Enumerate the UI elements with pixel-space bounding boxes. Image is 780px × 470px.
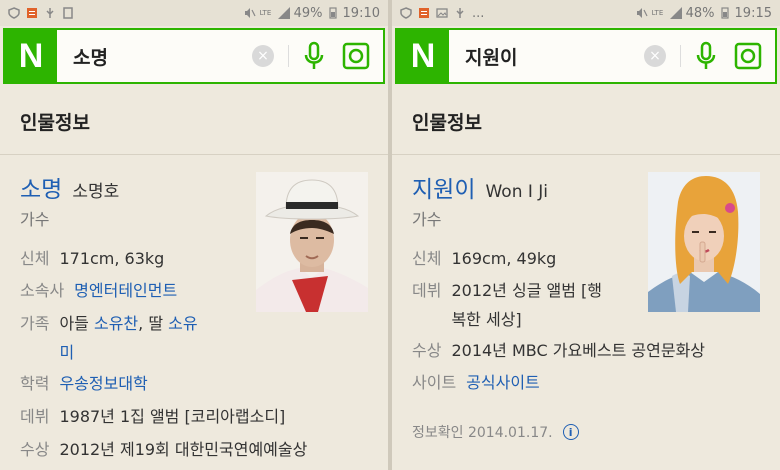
- official-site-link[interactable]: 공식사이트: [466, 368, 540, 397]
- battery-percent: 49%: [293, 5, 323, 21]
- info-row-body: 신체 169cm, 49kg: [412, 244, 556, 273]
- info-label: 수상: [20, 440, 50, 459]
- mute-icon: [636, 8, 648, 18]
- agency-link[interactable]: 명엔터테인먼트: [74, 276, 177, 305]
- battery-percent: 48%: [685, 5, 715, 21]
- info-icon[interactable]: i: [562, 424, 579, 440]
- info-row-debut: 데뷔 2012년 싱글 앨범 [행복한 세상]: [412, 276, 602, 334]
- status-bar: LTE 49% 19:10: [0, 0, 388, 26]
- info-row-debut: 데뷔 1987년 1집 앨범 [코리아랩소디]: [20, 402, 285, 431]
- section-title: 인물정보: [20, 112, 90, 134]
- verified-text: 정보확인 2014.01.17.: [412, 425, 553, 441]
- search-input[interactable]: 소명: [57, 43, 252, 70]
- info-label: 데뷔: [20, 407, 50, 426]
- search-divider: [680, 45, 681, 67]
- info-value: 2012년 싱글 앨범 [행복한 세상]: [451, 276, 602, 334]
- camera-search-icon[interactable]: [733, 41, 763, 71]
- usb-icon: [456, 8, 464, 18]
- left-screen: LTE 49% 19:10 N 소명 × 인물정보 소명 소명호 가수 신체 1…: [0, 0, 388, 470]
- debut-line-2: 복한 세상]: [451, 310, 522, 329]
- person-alt-name: Won I Ji: [485, 182, 549, 202]
- mute-icon: [244, 8, 256, 18]
- naver-logo-button[interactable]: N: [5, 30, 57, 82]
- battery-icon: [328, 7, 337, 19]
- info-label: 사이트: [412, 373, 457, 392]
- info-label: 데뷔: [412, 281, 442, 300]
- lte-indicator: LTE: [259, 8, 272, 17]
- info-label: 소속사: [20, 281, 65, 300]
- usb-icon: [46, 8, 54, 18]
- microphone-icon[interactable]: [301, 40, 327, 72]
- lte-indicator: LTE: [651, 8, 664, 17]
- info-label: 수상: [412, 341, 442, 360]
- clock: 19:10: [342, 5, 380, 21]
- more-notifications: ...: [472, 5, 485, 21]
- person-job: 가수: [412, 210, 442, 229]
- shield-icon: [8, 7, 20, 19]
- notes-icon: [27, 8, 37, 18]
- camera-search-icon[interactable]: [341, 41, 371, 71]
- battery-icon: [720, 7, 729, 19]
- naver-logo-button[interactable]: N: [397, 30, 449, 82]
- signal-icon: [669, 7, 682, 19]
- info-label: 학력: [20, 374, 50, 393]
- clear-icon[interactable]: ×: [252, 45, 274, 67]
- info-row-agency: 소속사 명엔터테인먼트: [20, 276, 177, 305]
- info-label: 가족: [20, 314, 50, 333]
- info-value: 2012년 제19회 대한민국연예예술상: [59, 440, 308, 459]
- search-bar: N 소명 ×: [3, 28, 385, 84]
- notes-icon: [419, 8, 429, 18]
- clear-icon[interactable]: ×: [644, 45, 666, 67]
- person-name-row: 지원이 Won I Ji: [412, 170, 548, 204]
- section-divider: [0, 154, 388, 155]
- person-name-link[interactable]: 지원이: [412, 170, 475, 204]
- info-label: 신체: [412, 249, 442, 268]
- shield-icon: [400, 7, 412, 19]
- info-value: 171cm, 63kg: [59, 249, 165, 268]
- info-value: 아들 소유찬, 딸 소유미: [59, 309, 197, 367]
- info-label: 신체: [20, 249, 50, 268]
- info-value: 169cm, 49kg: [451, 249, 557, 268]
- family-prefix: 아들: [59, 314, 94, 333]
- person-alt-name: 소명호: [72, 182, 120, 202]
- search-bar: N 지원이 ×: [395, 28, 777, 84]
- info-verified-date: 정보확인 2014.01.17. i: [412, 422, 579, 442]
- debut-line-1: 2012년 싱글 앨범 [행: [451, 281, 602, 300]
- info-value: 1987년 1집 앨범 [코리아랩소디]: [59, 407, 286, 426]
- info-row-family: 가족 아들 소유찬, 딸 소유미: [20, 309, 198, 367]
- image-icon: [436, 8, 448, 18]
- signal-icon: [277, 7, 290, 19]
- info-row-body: 신체 171cm, 63kg: [20, 244, 164, 273]
- clock: 19:15: [734, 5, 772, 21]
- info-row-award: 수상 2014년 MBC 가요베스트 공연문화상: [412, 336, 705, 365]
- status-bar: ... LTE 48% 19:15: [392, 0, 780, 26]
- microphone-icon[interactable]: [693, 40, 719, 72]
- file-icon: [63, 7, 73, 19]
- search-input[interactable]: 지원이: [449, 43, 644, 70]
- education-link[interactable]: 우송정보대학: [59, 369, 147, 398]
- search-divider: [288, 45, 289, 67]
- info-value: 2014년 MBC 가요베스트 공연문화상: [451, 341, 706, 360]
- daughter-link[interactable]: 소유: [168, 314, 197, 333]
- son-link[interactable]: 소유찬: [94, 314, 138, 333]
- person-job: 가수: [20, 210, 50, 229]
- info-row-site: 사이트 공식사이트: [412, 368, 540, 397]
- family-mid: , 딸: [138, 314, 169, 333]
- right-screen: ... LTE 48% 19:15 N 지원이 × 인물정보 지원이 Won I…: [392, 0, 780, 470]
- person-photo[interactable]: [648, 172, 760, 312]
- section-title: 인물정보: [412, 112, 482, 134]
- info-row-award: 수상 2012년 제19회 대한민국연예예술상: [20, 435, 307, 464]
- section-divider: [392, 154, 780, 155]
- info-row-education: 학력 우송정보대학: [20, 369, 148, 398]
- person-photo[interactable]: [256, 172, 368, 312]
- daughter-link-cont[interactable]: 미: [59, 343, 74, 362]
- person-name-row: 소명 소명호: [20, 170, 119, 204]
- person-name-link[interactable]: 소명: [20, 170, 62, 204]
